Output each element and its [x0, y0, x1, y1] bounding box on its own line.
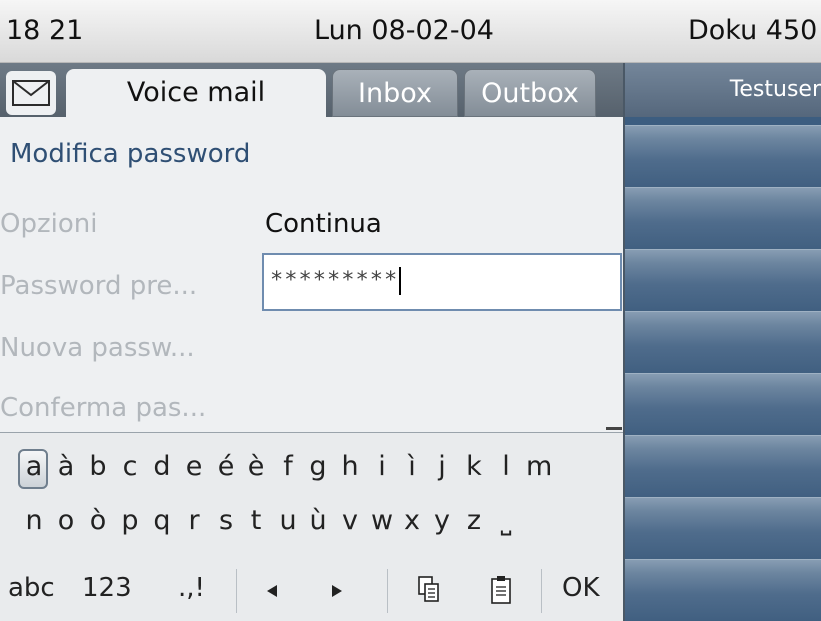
page-title: Modifica password	[10, 139, 251, 169]
new-password-label[interactable]: Nuova passw...	[0, 333, 195, 363]
key-29[interactable]: w	[370, 505, 394, 536]
key-22[interactable]: q	[150, 505, 174, 536]
key-7[interactable]: é	[214, 451, 238, 482]
key-25[interactable]: t	[244, 505, 268, 536]
date: Lun 08-02-04	[314, 15, 494, 46]
old-password-label: Password pre...	[0, 271, 198, 301]
key-30[interactable]: x	[400, 505, 424, 536]
side-panel-row[interactable]	[625, 249, 821, 312]
side-panel-row[interactable]	[625, 373, 821, 436]
key-3[interactable]: b	[86, 451, 110, 482]
key-8[interactable]: è	[244, 451, 268, 482]
side-panel-row[interactable]	[625, 311, 821, 374]
key-32[interactable]: z	[462, 505, 486, 536]
text-caret	[399, 267, 402, 295]
ok-button[interactable]: OK	[562, 573, 600, 603]
key-6[interactable]: e	[182, 451, 206, 482]
side-panel-row[interactable]	[625, 559, 821, 621]
status-bar: 18 21 Lun 08-02-04 Doku 450	[0, 0, 821, 63]
key-26[interactable]: u	[276, 505, 300, 536]
key-1[interactable]: a	[22, 451, 46, 482]
side-panel-row[interactable]	[625, 497, 821, 560]
key-13[interactable]: ì	[400, 451, 424, 482]
key-18[interactable]: n	[22, 505, 46, 536]
separator	[236, 569, 237, 613]
left-arrow-icon[interactable]	[265, 583, 279, 599]
options-value[interactable]: Continua	[265, 209, 382, 239]
right-arrow-icon[interactable]	[330, 583, 344, 599]
key-16[interactable]: l	[494, 451, 518, 482]
side-panel-row[interactable]	[625, 125, 821, 188]
tab-voice-mail[interactable]: Voice mail	[66, 69, 326, 117]
key-19[interactable]: o	[54, 505, 78, 536]
separator	[387, 569, 388, 613]
key-9[interactable]: f	[276, 451, 300, 482]
key-17[interactable]: m	[526, 451, 552, 482]
key-27[interactable]: ù	[306, 505, 330, 536]
user-label[interactable]: Testuser	[625, 63, 821, 117]
envelope-icon[interactable]	[6, 71, 56, 115]
mode-123-button[interactable]: 123	[82, 573, 132, 603]
key-21[interactable]: p	[118, 505, 142, 536]
tab-inbox[interactable]: Inbox	[332, 69, 458, 117]
clock: 18 21	[6, 15, 84, 46]
key-24[interactable]: s	[214, 505, 238, 536]
tab-outbox[interactable]: Outbox	[464, 69, 596, 117]
key-23[interactable]: r	[182, 505, 206, 536]
key-31[interactable]: y	[430, 505, 454, 536]
main-panel: Voice mail Inbox Outbox Modifica passwor…	[0, 63, 623, 621]
side-panel-row[interactable]	[625, 435, 821, 498]
mode-punctuation-button[interactable]: .,!	[178, 573, 205, 603]
side-panel-row[interactable]	[625, 187, 821, 250]
key-28[interactable]: v	[338, 505, 362, 536]
confirm-password-label[interactable]: Conferma pas...	[0, 393, 206, 423]
key-10[interactable]: g	[306, 451, 330, 482]
key-20[interactable]: ò	[86, 505, 110, 536]
old-password-value: *********	[270, 268, 399, 293]
keyboard-toolbar: abc 123 .,! OK	[0, 561, 623, 621]
copy-icon[interactable]	[417, 575, 441, 605]
on-screen-keyboard: aàbcdeéèfghiìjklm n o ò p q r s t u ù v w x y z ⎵ abc 1…	[0, 433, 623, 621]
key-4[interactable]: c	[118, 451, 142, 482]
key-15[interactable]: k	[462, 451, 486, 482]
device-name: Doku 450	[688, 15, 818, 46]
separator	[541, 569, 542, 613]
key-5[interactable]: d	[150, 451, 174, 482]
old-password-field[interactable]: *********	[262, 253, 622, 311]
tab-bar: Voice mail Inbox Outbox	[0, 63, 623, 117]
scroll-indicator	[606, 427, 622, 430]
mode-abc-button[interactable]: abc	[8, 573, 55, 603]
space-key[interactable]: ⎵	[494, 505, 518, 537]
key-11[interactable]: h	[338, 451, 362, 482]
key-12[interactable]: i	[370, 451, 394, 482]
key-2[interactable]: à	[54, 451, 78, 482]
key-14[interactable]: j	[430, 451, 454, 482]
paste-icon[interactable]	[490, 574, 512, 606]
side-panel: Testuser	[625, 63, 821, 621]
options-label: Opzioni	[0, 209, 98, 239]
